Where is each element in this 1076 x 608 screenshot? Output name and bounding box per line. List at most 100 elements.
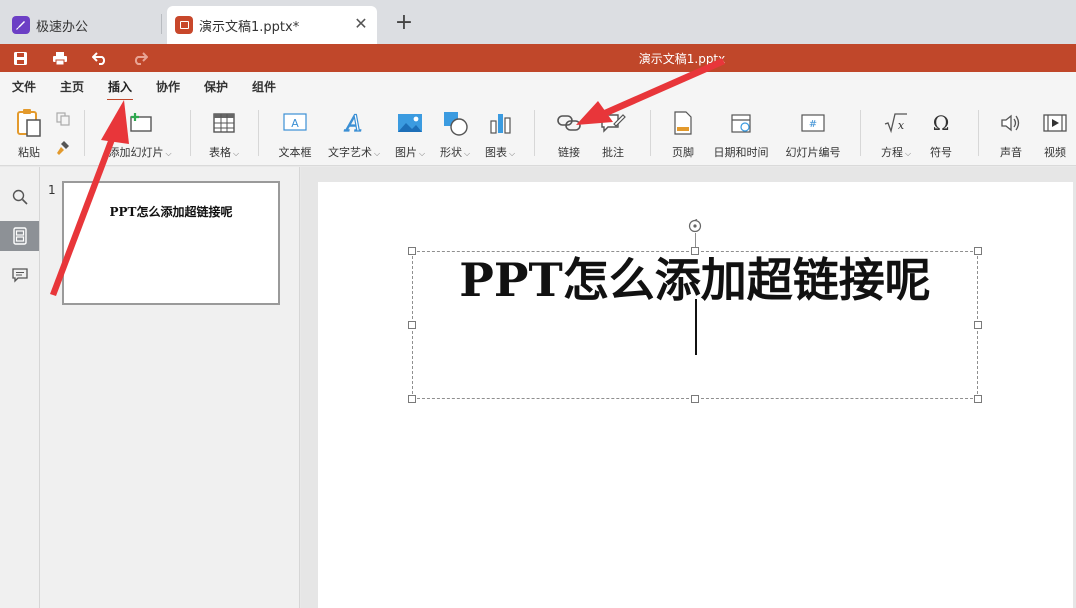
wordart-label: 文字艺术 — [327, 146, 372, 159]
comment-button[interactable]: 批注 — [596, 108, 630, 160]
document-title: 演示文稿1.pptx — [638, 52, 726, 66]
resize-handle[interactable] — [691, 395, 699, 403]
omega-icon: Ω — [924, 108, 958, 138]
table-button[interactable]: 表格 ⌵ — [204, 108, 244, 160]
menu-collaborate[interactable]: 协作 — [156, 78, 180, 95]
image-button[interactable]: 图片 ⌵ — [392, 108, 428, 160]
paste-label: 粘贴 — [18, 146, 40, 159]
comment-label: 批注 — [602, 146, 624, 159]
chevron-down-icon: ⌵ — [165, 149, 172, 158]
svg-text:A: A — [344, 112, 362, 135]
ribbon-divider — [650, 110, 651, 156]
resize-handle[interactable] — [408, 321, 416, 329]
date-time-button[interactable]: 日期和时间 — [712, 108, 770, 160]
resize-handle[interactable] — [408, 247, 416, 255]
footer-button[interactable]: 页脚 — [666, 108, 700, 160]
wordart-icon: A — [326, 108, 382, 138]
quick-access-bar: 演示文稿1.pptx — [0, 44, 1076, 72]
tab-document-label: 演示文稿1.pptx* — [199, 19, 300, 35]
slide-number-label: 幻灯片编号 — [785, 146, 841, 159]
slides-panel-icon[interactable] — [0, 221, 39, 251]
resize-handle[interactable] — [974, 321, 982, 329]
wordart-button[interactable]: A 文字艺术 ⌵ — [326, 108, 382, 160]
text-cursor — [695, 299, 697, 355]
chevron-down-icon: ⌵ — [904, 149, 912, 158]
equation-button[interactable]: x 方程 ⌵ — [876, 108, 916, 160]
new-tab-button[interactable]: + — [393, 12, 415, 34]
tab-home-label: 极速办公 — [36, 19, 89, 35]
paste-button[interactable]: 粘贴 — [12, 108, 46, 160]
resize-handle[interactable] — [691, 247, 699, 255]
hyperlink-button[interactable]: 链接 — [552, 108, 586, 160]
slide-number-icon: # — [784, 108, 842, 138]
svg-text:A: A — [291, 117, 299, 130]
rotate-handle-icon[interactable] — [688, 219, 702, 233]
search-icon[interactable] — [0, 182, 39, 212]
speaker-icon — [994, 108, 1028, 138]
audio-label: 声音 — [1000, 146, 1022, 159]
menu-plugins[interactable]: 组件 — [252, 78, 276, 95]
browser-tab-bar: 极速办公 演示文稿1.pptx* ✕ + — [0, 0, 1076, 44]
menu-insert[interactable]: 插入 — [106, 78, 134, 101]
footer-icon — [666, 108, 700, 138]
undo-icon[interactable] — [91, 49, 109, 67]
chevron-down-icon: ⌵ — [463, 149, 471, 158]
equation-icon: x — [876, 108, 916, 138]
tab-document[interactable]: 演示文稿1.pptx* ✕ — [167, 6, 377, 44]
symbol-button[interactable]: Ω 符号 — [924, 108, 958, 160]
video-label: 视频 — [1044, 146, 1066, 159]
print-icon[interactable] — [51, 49, 69, 67]
chart-icon — [482, 108, 518, 138]
slide[interactable]: PPT怎么添加超链接呢 — [318, 182, 1073, 608]
chevron-down-icon: ⌵ — [418, 149, 426, 158]
menu-file[interactable]: 文件 — [12, 78, 36, 95]
svg-text:x: x — [898, 119, 905, 132]
slide-thumbnail[interactable]: PPT怎么添加超链接呢 — [62, 181, 280, 305]
slide-number: 1 — [48, 183, 56, 197]
svg-text:#: # — [809, 119, 817, 130]
add-slide-label: 添加幻灯片 — [108, 146, 164, 159]
resize-handle[interactable] — [974, 395, 982, 403]
image-icon — [392, 108, 428, 138]
menu-home[interactable]: 主页 — [60, 78, 84, 95]
footer-label: 页脚 — [672, 146, 694, 159]
textbox-button[interactable]: A 文本框 — [276, 108, 314, 160]
save-icon[interactable] — [11, 49, 29, 67]
resize-handle[interactable] — [408, 395, 416, 403]
resize-handle[interactable] — [974, 247, 982, 255]
presentation-icon — [175, 16, 193, 34]
film-icon — [1038, 108, 1072, 138]
calendar-icon — [712, 108, 770, 138]
audio-button[interactable]: 声音 — [994, 108, 1028, 160]
chart-button[interactable]: 图表 ⌵ — [482, 108, 518, 160]
shape-label: 形状 — [439, 146, 462, 159]
video-button[interactable]: 视频 — [1038, 108, 1072, 160]
tab-home[interactable]: 极速办公 — [0, 6, 160, 44]
textbox-label: 文本框 — [278, 146, 312, 159]
rocket-icon — [12, 16, 30, 34]
slide-canvas-area: PPT怎么添加超链接呢 — [301, 167, 1076, 608]
svg-text:Ω: Ω — [933, 112, 950, 134]
redo-icon[interactable] — [131, 49, 149, 67]
ribbon-divider — [978, 110, 979, 156]
chart-label: 图表 — [484, 146, 507, 159]
add-slide-icon — [104, 108, 176, 138]
ribbon-divider — [860, 110, 861, 156]
close-icon[interactable]: ✕ — [353, 16, 369, 32]
left-rail — [0, 167, 40, 608]
comment-icon — [596, 108, 630, 138]
copy-icon[interactable] — [56, 112, 70, 129]
menu-bar: 文件 主页 插入 协作 保护 组件 — [0, 72, 1076, 101]
shape-button[interactable]: 形状 ⌵ — [436, 108, 474, 160]
ribbon-divider — [84, 110, 85, 156]
link-icon — [552, 108, 586, 138]
textbox-icon: A — [276, 108, 314, 138]
comments-icon[interactable] — [0, 260, 39, 290]
format-painter-icon[interactable] — [55, 140, 71, 159]
chevron-down-icon: ⌵ — [373, 149, 381, 158]
menu-protect[interactable]: 保护 — [204, 78, 228, 95]
add-slide-button[interactable]: 添加幻灯片 ⌵ — [104, 108, 176, 160]
ribbon-divider — [258, 110, 259, 156]
image-label: 图片 — [394, 146, 417, 159]
slide-number-button[interactable]: # 幻灯片编号 — [784, 108, 842, 160]
